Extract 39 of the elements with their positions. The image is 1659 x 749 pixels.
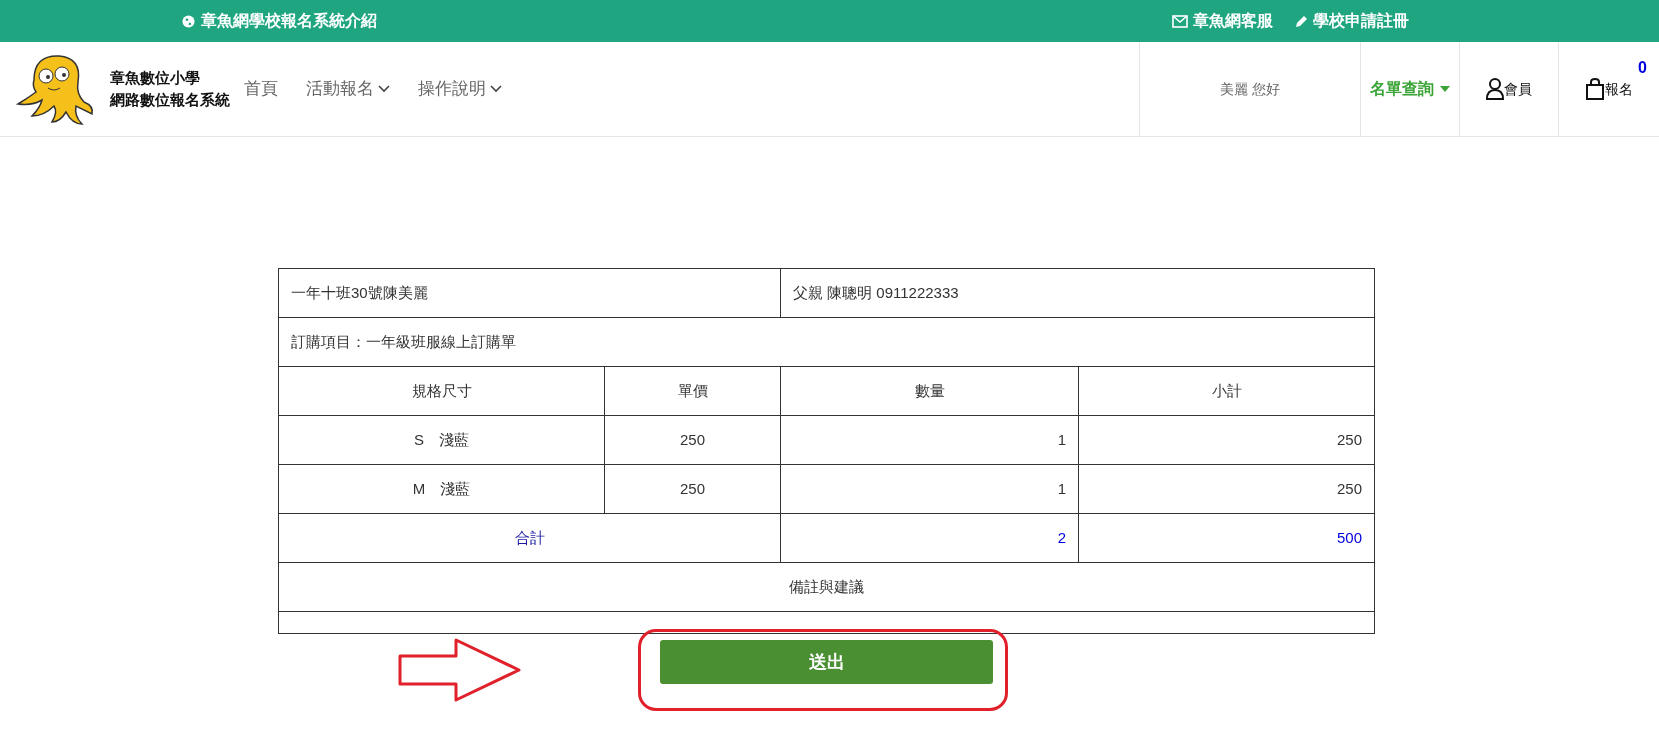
column-header: 規格尺寸 xyxy=(278,366,605,416)
bag-icon xyxy=(1585,78,1605,100)
top-link[interactable]: 章魚網客服 xyxy=(1193,9,1273,33)
table-cell: 250 xyxy=(1078,464,1375,514)
table-cell: S 淺藍 xyxy=(278,415,605,465)
person-icon xyxy=(1486,78,1504,100)
table-cell: 250 xyxy=(604,464,781,514)
intro-link[interactable]: 章魚網學校報名系統介紹 xyxy=(201,9,377,33)
table-cell: 1 xyxy=(780,415,1079,465)
table-cell: 250 xyxy=(604,415,781,465)
table-cell: 250 xyxy=(1078,415,1375,465)
nav-menu-item[interactable]: 首頁 xyxy=(244,76,278,102)
total-label: 合計 xyxy=(278,513,781,563)
member-link[interactable]: 會員 xyxy=(1459,42,1558,136)
caret-icon xyxy=(1440,86,1450,92)
nav-menu-item[interactable]: 活動報名 xyxy=(306,76,390,102)
notes-heading: 備註與建議 xyxy=(278,562,1375,612)
site-name: 章魚數位小學 xyxy=(110,68,201,88)
cart-count: 0 xyxy=(1638,58,1647,78)
parent-cell: 父親 陳聰明 0911222333 xyxy=(780,268,1375,318)
mail-icon xyxy=(1172,14,1188,28)
column-header: 單價 xyxy=(604,366,781,416)
site-subtitle: 網路數位報名系統 xyxy=(110,90,230,110)
top-link[interactable]: 學校申請註冊 xyxy=(1313,9,1409,33)
greeting-text: 美麗 您好 xyxy=(1220,79,1280,99)
student-cell: 一年十班30號陳美麗 xyxy=(278,268,781,318)
column-header: 小計 xyxy=(1078,366,1375,416)
globe-icon xyxy=(182,14,195,28)
total-amount: 500 xyxy=(1078,513,1375,563)
nav-menu-item[interactable]: 操作說明 xyxy=(418,76,502,102)
table-cell: 1 xyxy=(780,464,1079,514)
signup-cart-link[interactable]: 報名 0 xyxy=(1558,42,1659,136)
submit-button[interactable]: 送出 xyxy=(660,640,993,684)
total-quantity: 2 xyxy=(780,513,1079,563)
order-item-cell: 訂購項目：一年級班服線上訂購單 xyxy=(278,317,1375,367)
list-query-menu[interactable]: 名單查詢 xyxy=(1360,42,1459,136)
column-header: 數量 xyxy=(780,366,1079,416)
pencil-icon xyxy=(1295,14,1308,28)
table-cell: M 淺藍 xyxy=(278,464,605,514)
